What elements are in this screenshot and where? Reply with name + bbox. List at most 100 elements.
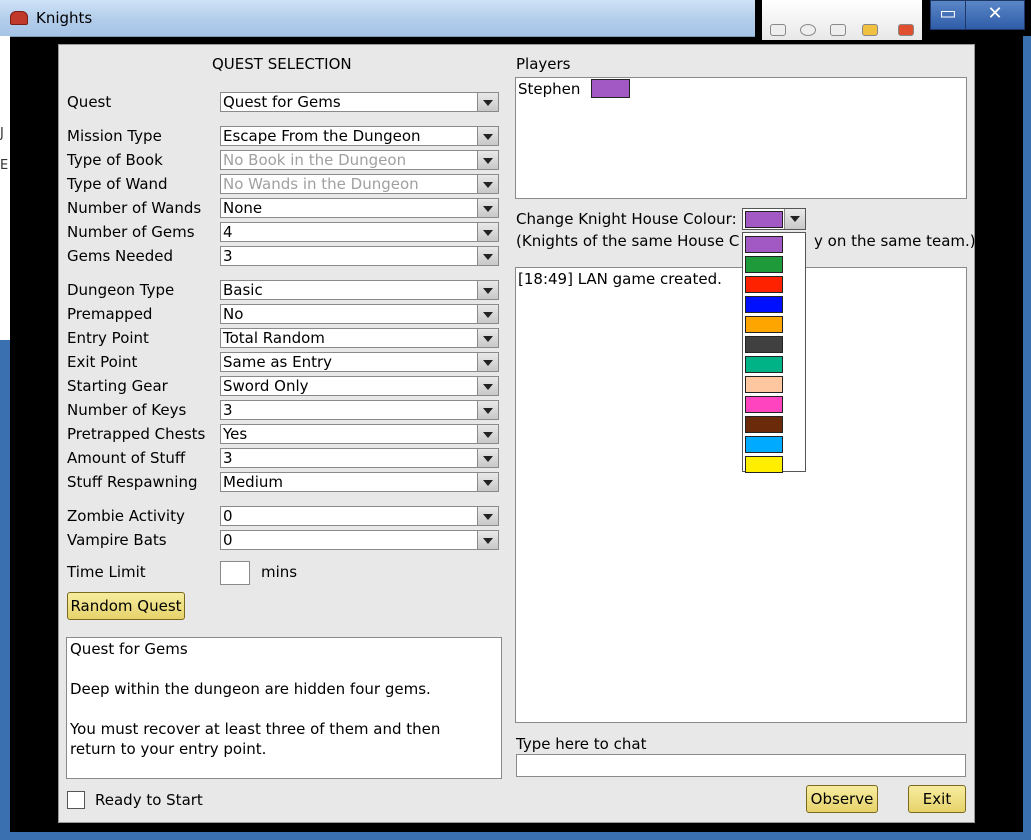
select-value: Same as Entry <box>223 353 333 371</box>
field-label: Mission Type <box>67 127 162 145</box>
select-value: 0 <box>223 507 233 525</box>
window-title: Knights <box>36 9 93 27</box>
field-select[interactable]: 4 <box>220 222 499 242</box>
field-select[interactable]: Escape From the Dungeon <box>220 126 499 146</box>
colour-option[interactable] <box>745 436 783 453</box>
select-value: Quest for Gems <box>223 93 341 111</box>
field-select[interactable]: Yes <box>220 424 499 444</box>
field-select: No Wands in the Dungeon <box>220 174 499 194</box>
chevron-down-icon[interactable] <box>477 305 498 323</box>
chevron-down-icon[interactable] <box>477 329 498 347</box>
random-quest-button[interactable]: Random Quest <box>67 592 185 620</box>
chevron-down-icon[interactable] <box>477 199 498 217</box>
colour-option[interactable] <box>745 456 783 473</box>
select-value: Basic <box>223 281 263 299</box>
colour-option[interactable] <box>745 296 783 313</box>
field-select[interactable]: 3 <box>220 400 499 420</box>
field-select[interactable]: Basic <box>220 280 499 300</box>
chevron-down-icon[interactable] <box>477 425 498 443</box>
chevron-down-icon[interactable] <box>784 209 805 229</box>
select-value: Sword Only <box>223 377 309 395</box>
field-label: Starting Gear <box>67 377 168 395</box>
window-border-right <box>1023 36 1031 840</box>
chevron-down-icon[interactable] <box>477 473 498 491</box>
select-value: 4 <box>223 223 233 241</box>
colour-option[interactable] <box>745 396 783 413</box>
field-label: Vampire Bats <box>67 531 167 549</box>
quest-selection-heading: QUEST SELECTION <box>212 55 352 73</box>
select-value: 3 <box>223 247 233 265</box>
chevron-down-icon[interactable] <box>477 281 498 299</box>
select-value: No Book in the Dungeon <box>223 151 407 169</box>
time-limit-label: Time Limit <box>67 563 146 581</box>
window-border-bottom <box>0 832 1031 840</box>
field-label: Stuff Respawning <box>67 473 198 491</box>
colour-option[interactable] <box>745 416 783 433</box>
team-note-right: y on the same team.) <box>814 232 976 250</box>
field-label: Type of Book <box>67 151 163 169</box>
chevron-down-icon[interactable] <box>477 401 498 419</box>
palette-tool-icon <box>898 24 914 36</box>
field-select[interactable]: Same as Entry <box>220 352 499 372</box>
chevron-down-icon[interactable] <box>477 531 498 549</box>
edge-text: J <box>0 126 4 141</box>
field-select[interactable]: 3 <box>220 448 499 468</box>
chevron-down-icon[interactable] <box>477 93 498 111</box>
edge-text: E <box>0 158 9 173</box>
observe-button[interactable]: Observe <box>806 785 878 813</box>
field-select[interactable]: 0 <box>220 506 499 526</box>
field-label: Premapped <box>67 305 153 323</box>
house-colour-dropdown <box>742 232 806 473</box>
exit-button[interactable]: Exit <box>908 785 966 813</box>
select-value: Total Random <box>223 329 325 347</box>
colour-option[interactable] <box>745 336 783 353</box>
chevron-down-icon[interactable] <box>477 377 498 395</box>
field-label: Zombie Activity <box>67 507 185 525</box>
colour-option[interactable] <box>745 376 783 393</box>
field-select[interactable]: 3 <box>220 246 499 266</box>
field-label: Entry Point <box>67 329 149 347</box>
field-select[interactable]: Total Random <box>220 328 499 348</box>
chat-input[interactable] <box>516 754 966 777</box>
colour-option[interactable] <box>745 256 783 273</box>
chevron-down-icon[interactable] <box>477 353 498 371</box>
description-line: return to your entry point. <box>70 740 267 758</box>
chevron-down-icon <box>477 175 498 193</box>
field-select[interactable]: No <box>220 304 499 324</box>
chevron-down-icon[interactable] <box>477 247 498 265</box>
ready-to-start-checkbox[interactable] <box>67 791 85 809</box>
field-select[interactable]: 0 <box>220 530 499 550</box>
colour-option[interactable] <box>745 236 783 253</box>
select-value: Medium <box>223 473 283 491</box>
colour-option[interactable] <box>745 316 783 333</box>
field-label: Number of Wands <box>67 199 202 217</box>
field-label: Number of Gems <box>67 223 195 241</box>
field-label: Dungeon Type <box>67 281 175 299</box>
chevron-down-icon[interactable] <box>477 449 498 467</box>
players-heading: Players <box>516 55 571 73</box>
select-value: 3 <box>223 401 233 419</box>
field-label: Amount of Stuff <box>67 449 186 467</box>
field-label: Type of Wand <box>67 175 168 193</box>
field-select[interactable]: Sword Only <box>220 376 499 396</box>
time-limit-input[interactable] <box>220 561 250 585</box>
lasso-tool-icon <box>830 24 846 36</box>
select-value: None <box>223 199 263 217</box>
field-label: Gems Needed <box>67 247 173 265</box>
colour-option[interactable] <box>745 356 783 373</box>
title-bar: Knights <box>0 0 755 37</box>
field-select[interactable]: Medium <box>220 472 499 492</box>
select-value: No <box>223 305 244 323</box>
house-colour-label: Change Knight House Colour: <box>516 210 737 228</box>
chevron-down-icon[interactable] <box>477 507 498 525</box>
close-button[interactable]: ✕ <box>965 0 1025 30</box>
house-colour-combo[interactable] <box>742 208 806 230</box>
field-select[interactable]: None <box>220 198 499 218</box>
colour-option[interactable] <box>745 276 783 293</box>
chevron-down-icon[interactable] <box>477 223 498 241</box>
select-value: No Wands in the Dungeon <box>223 175 419 193</box>
maximize-button[interactable]: ▭ <box>930 0 966 30</box>
chevron-down-icon[interactable] <box>477 127 498 145</box>
select-value: Escape From the Dungeon <box>223 127 421 145</box>
field-select[interactable]: Quest for Gems <box>220 92 499 112</box>
